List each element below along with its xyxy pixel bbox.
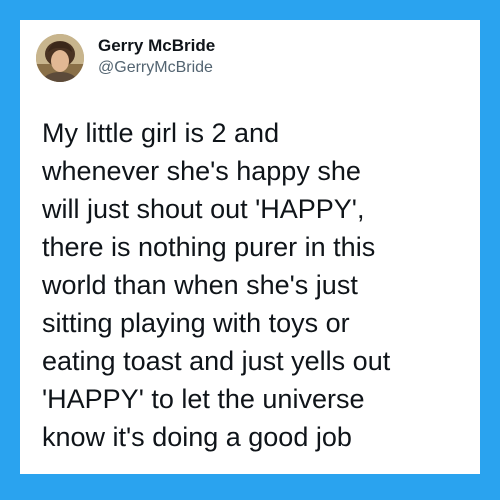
- tweet-text-line: sitting playing with toys or: [42, 308, 350, 338]
- tweet-text-line: eating toast and just yells out: [42, 346, 391, 376]
- tweet-text-line: will just shout out 'HAPPY',: [42, 194, 365, 224]
- profile-photo-icon: [36, 34, 84, 82]
- tweet-text-line: know it's doing a good job: [42, 422, 352, 452]
- tweet-text-line: 'HAPPY' to let the universe: [42, 384, 365, 414]
- tweet-text-line: My little girl is 2 and: [42, 118, 280, 148]
- tweet-card: Gerry McBride @GerryMcBride My little gi…: [20, 20, 480, 474]
- author-handle[interactable]: @GerryMcBride: [98, 59, 213, 77]
- author-name[interactable]: Gerry McBride: [98, 36, 215, 56]
- tweet-text-line: there is nothing purer in this: [42, 232, 376, 262]
- tweet-text-line: whenever she's happy she: [42, 156, 361, 186]
- tweet-text-line: world than when she's just: [42, 270, 358, 300]
- avatar[interactable]: [36, 34, 84, 82]
- tweet-text: My little girl is 2 and whenever she's h…: [42, 114, 472, 456]
